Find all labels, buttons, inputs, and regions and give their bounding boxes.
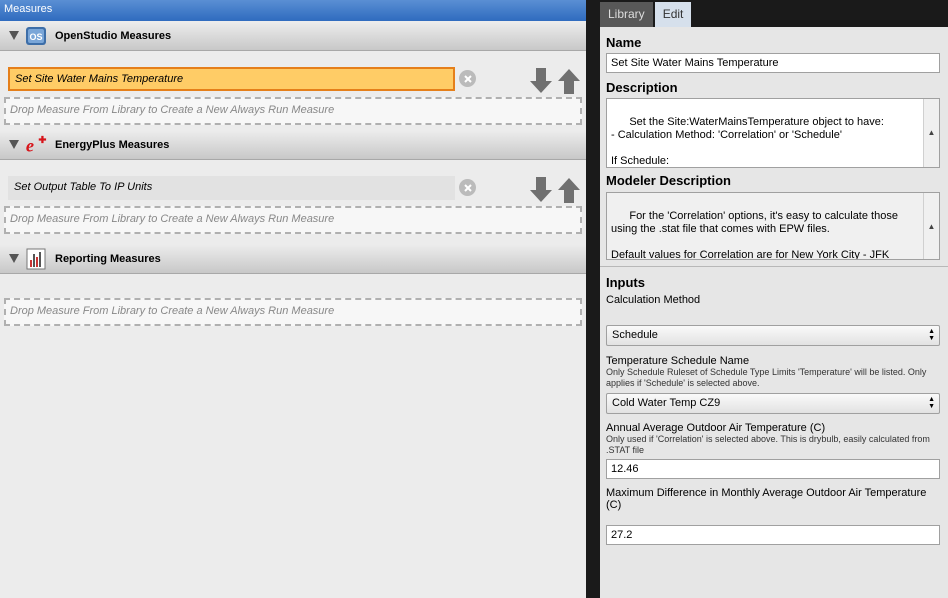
calc-method-value: Schedule — [612, 329, 658, 341]
remove-measure-icon[interactable] — [459, 70, 476, 87]
tab-edit[interactable]: Edit — [654, 2, 692, 27]
move-down-icon[interactable] — [530, 68, 552, 93]
report-chart-icon — [25, 248, 47, 270]
svg-text:OS: OS — [29, 32, 42, 42]
temp-schedule-hint: Only Schedule Ruleset of Schedule Type L… — [606, 367, 927, 388]
description-textarea[interactable]: Set the Site:WaterMainsTemperature objec… — [606, 98, 940, 168]
annual-temp-hint: Only used if 'Correlation' is selected a… — [606, 434, 930, 455]
group-title: Reporting Measures — [55, 252, 161, 265]
energyplus-logo-icon: e — [25, 134, 47, 156]
pane-title: Measures — [0, 0, 586, 21]
measure-row: Set Site Water Mains Temperature — [0, 51, 586, 94]
calc-method-select[interactable]: Schedule ▲ ▼ — [606, 325, 940, 346]
drop-zone[interactable]: Drop Measure From Library to Create a Ne… — [4, 97, 582, 125]
tab-library[interactable]: Library — [600, 2, 653, 27]
measure-item-selected[interactable]: Set Site Water Mains Temperature — [8, 67, 455, 91]
move-arrows — [530, 177, 582, 203]
description-scrollbar[interactable]: ▲ ▼ — [923, 99, 939, 167]
temp-schedule-label: Temperature Schedule Name — [606, 355, 750, 367]
group-header-openstudio[interactable]: OS OpenStudio Measures — [0, 21, 586, 51]
svg-text:e: e — [26, 135, 34, 155]
scroll-up-icon[interactable]: ▲ — [924, 219, 939, 233]
remove-measure-icon[interactable] — [459, 179, 476, 196]
group-title: EnergyPlus Measures — [55, 138, 170, 151]
temp-schedule-value: Cold Water Temp CZ9 — [612, 397, 721, 409]
section-divider — [600, 266, 948, 267]
group-header-reporting[interactable]: Reporting Measures — [0, 244, 586, 274]
max-diff-label: Maximum Difference in Monthly Average Ou… — [606, 487, 927, 511]
edit-form: Name Set Site Water Mains Temperature De… — [600, 27, 948, 598]
measures-pane: Measures OS OpenStudio Measures Set Site… — [0, 0, 586, 598]
move-arrows — [530, 68, 582, 94]
chevron-updown-icon: ▲ ▼ — [928, 396, 935, 410]
measure-row: Set Output Table To IP Units — [0, 160, 586, 203]
openstudio-logo-icon: OS — [25, 25, 47, 47]
move-up-icon[interactable] — [558, 69, 580, 94]
modeler-description-textarea[interactable]: For the 'Correlation' options, it's easy… — [606, 192, 940, 260]
annual-temp-input[interactable]: 12.46 — [606, 459, 940, 479]
max-diff-input[interactable]: 27.2 — [606, 525, 940, 545]
collapse-triangle-icon[interactable] — [9, 254, 19, 263]
temp-schedule-select[interactable]: Cold Water Temp CZ9 ▲ ▼ — [606, 393, 940, 414]
modeler-description-label: Modeler Description — [606, 173, 731, 188]
measure-item[interactable]: Set Output Table To IP Units — [8, 176, 455, 200]
tab-bar: Library Edit — [600, 0, 948, 27]
modeler-description-text: For the 'Correlation' options, it's easy… — [611, 210, 898, 260]
edit-pane: Library Edit Name Set Site Water Mains T… — [600, 0, 948, 598]
collapse-triangle-icon[interactable] — [9, 140, 19, 149]
description-label: Description — [606, 80, 678, 95]
name-input[interactable]: Set Site Water Mains Temperature — [606, 53, 940, 73]
calc-method-label: Calculation Method — [606, 294, 701, 306]
group-header-energyplus[interactable]: e EnergyPlus Measures — [0, 130, 586, 160]
name-label: Name — [606, 35, 642, 50]
group-title: OpenStudio Measures — [55, 29, 172, 42]
chevron-updown-icon: ▲ ▼ — [928, 328, 935, 342]
move-up-icon[interactable] — [558, 178, 580, 203]
collapse-triangle-icon[interactable] — [9, 31, 19, 40]
description-text: Set the Site:WaterMainsTemperature objec… — [611, 116, 884, 167]
move-down-icon[interactable] — [530, 177, 552, 202]
inputs-label: Inputs — [606, 275, 645, 290]
scroll-up-icon[interactable]: ▲ — [924, 125, 939, 139]
drop-zone[interactable]: Drop Measure From Library to Create a Ne… — [4, 206, 582, 234]
modeler-scrollbar[interactable]: ▲ ▼ — [923, 193, 939, 259]
pane-splitter[interactable] — [586, 0, 600, 598]
drop-zone[interactable]: Drop Measure From Library to Create a Ne… — [4, 298, 582, 326]
annual-temp-label: Annual Average Outdoor Air Temperature (… — [606, 422, 826, 434]
